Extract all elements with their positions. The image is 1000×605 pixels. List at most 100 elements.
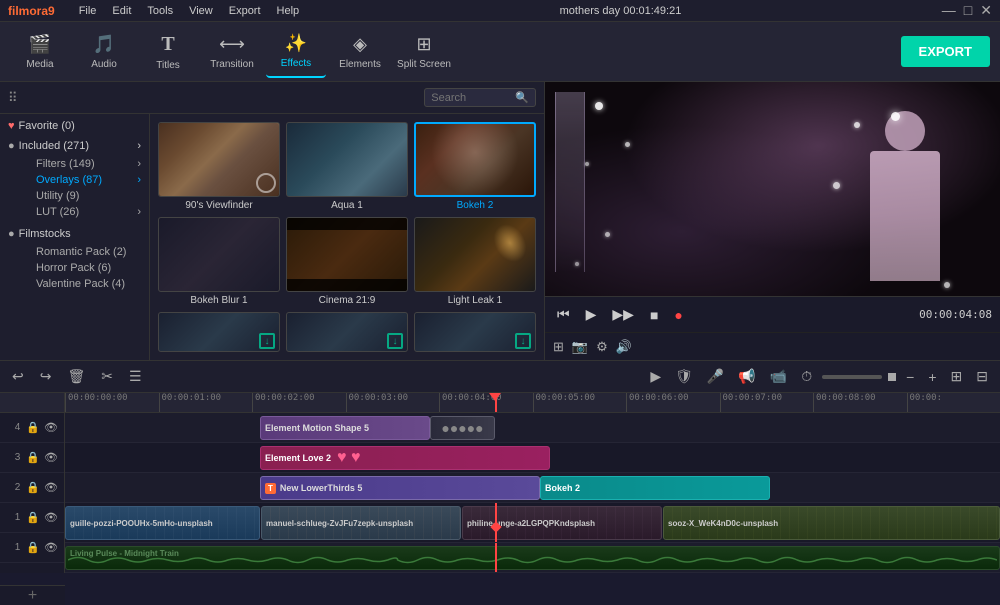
effect-row3-2[interactable]: ↓ — [286, 312, 408, 352]
utility-item[interactable]: Utility (9) — [24, 188, 141, 204]
menu-export[interactable]: Export — [229, 5, 261, 17]
clip-video-2[interactable]: manuel-schlueg-ZvJFu7zepk-unsplash — [261, 506, 461, 540]
menu-file[interactable]: File — [79, 5, 97, 17]
delete-button[interactable]: 🗑 — [63, 366, 89, 387]
effect-aqua1[interactable]: Aqua 1 — [286, 122, 408, 211]
favorites-section: ♥ Favorite (0) — [8, 120, 141, 132]
clip-video-3[interactable]: philine-unge-a2LGPQPKndsplash — [462, 506, 662, 540]
effect-row3-3[interactable]: ↓ — [414, 312, 536, 352]
search-input[interactable] — [431, 92, 511, 104]
media-label: Media — [26, 59, 53, 70]
eye-icon-audio[interactable]: 👁 — [44, 541, 58, 554]
filmstocks-header[interactable]: ● Filmstocks — [8, 228, 141, 240]
horror-pack-item[interactable]: Horror Pack (6) — [24, 260, 141, 276]
lock-icon-4[interactable]: 🔒 — [26, 421, 40, 434]
tl-shield-button[interactable]: 🛡 — [671, 366, 697, 387]
tl-mic-button[interactable]: 🎤 — [703, 366, 728, 387]
track-label-4: 4 🔒 👁 — [0, 413, 64, 443]
export-button[interactable]: EXPORT — [901, 36, 990, 67]
clip-video-4[interactable]: sooz-X_WeK4nD0c-unsplash — [663, 506, 1000, 540]
toolbar-split-screen[interactable]: ⊞ Split Screen — [394, 26, 454, 78]
prev-next-button[interactable]: ▶▶ — [608, 304, 638, 325]
effect-light-leak1[interactable]: Light Leak 1 — [414, 217, 536, 306]
add-track-button[interactable]: + — [0, 585, 65, 605]
time-mark-3: 00:00:03:00 — [346, 393, 440, 412]
effect-label-bokehblur: Bokeh Blur 1 — [158, 295, 280, 306]
clip-bokeh-dots[interactable]: ●●●●● — [430, 416, 495, 440]
menu-help[interactable]: Help — [277, 5, 300, 17]
filters-item[interactable]: Filters (149) › — [24, 156, 141, 172]
eye-icon-2[interactable]: 👁 — [44, 481, 58, 494]
eye-icon-3[interactable]: 👁 — [44, 451, 58, 464]
effect-90s-viewfinder[interactable]: 90's Viewfinder — [158, 122, 280, 211]
favorites-header[interactable]: ♥ Favorite (0) — [8, 120, 141, 132]
eye-icon-1[interactable]: 👁 — [44, 511, 58, 524]
prev-play-button[interactable]: ▶ — [582, 304, 601, 325]
toolbar-media[interactable]: 🎬 Media — [10, 26, 70, 78]
lock-icon-1[interactable]: 🔒 — [26, 511, 40, 524]
clip-label-motion-shape: Element Motion Shape 5 — [265, 423, 369, 433]
toolbar-transition[interactable]: ⟷ Transition — [202, 26, 262, 78]
zoom-slider[interactable] — [822, 375, 882, 379]
overlays-item[interactable]: Overlays (87) › — [24, 172, 141, 188]
prev-stop-button[interactable]: ■ — [646, 305, 662, 325]
tl-zoom-out-button[interactable]: − — [902, 367, 918, 387]
clip-element-motion-shape[interactable]: Element Motion Shape 5 — [260, 416, 430, 440]
tl-clock-button[interactable]: ⏱ — [797, 366, 816, 387]
valentine-pack-item[interactable]: Valentine Pack (4) — [24, 276, 141, 292]
preview-opt-volume[interactable]: 🔊 — [616, 339, 632, 355]
effect-cinema219[interactable]: Cinema 21:9 — [286, 217, 408, 306]
tl-play-button[interactable]: ▶ — [646, 366, 665, 387]
lut-item[interactable]: LUT (26) › — [24, 204, 141, 220]
effect-label-cinema: Cinema 21:9 — [286, 295, 408, 306]
effect-bokeh2[interactable]: Bokeh 2 — [414, 122, 536, 211]
cut-button[interactable]: ✂ — [97, 366, 117, 387]
clip-audio[interactable]: Living Pulse - Midnight Train — [65, 546, 1000, 570]
lock-icon-2[interactable]: 🔒 — [26, 481, 40, 494]
included-header[interactable]: ● Included (271) › — [8, 140, 141, 152]
menu-edit[interactable]: Edit — [112, 5, 131, 17]
list-button[interactable]: ☰ — [125, 366, 146, 387]
tl-zoom-in-button[interactable]: + — [924, 367, 940, 387]
preview-opt-settings[interactable]: ⚙ — [596, 339, 608, 355]
effect-row3-1[interactable]: ↓ — [158, 312, 280, 352]
eye-icon-4[interactable]: 👁 — [44, 421, 58, 434]
clip-label-love: Element Love 2 — [265, 453, 331, 463]
toolbar-titles[interactable]: T Titles — [138, 26, 198, 78]
track-row-2: T New LowerThirds 5 Bokeh 2 — [65, 473, 1000, 503]
clip-video-1[interactable]: guille-pozzi-POOUHx-5mHo-unsplash — [65, 506, 260, 540]
clip-lower-thirds[interactable]: T New LowerThirds 5 — [260, 476, 540, 500]
menu-view[interactable]: View — [189, 5, 213, 17]
window-controls: — □ ✕ — [942, 2, 992, 19]
track-label-2: 2 🔒 👁 — [0, 473, 64, 503]
menu-tools[interactable]: Tools — [147, 5, 173, 17]
lock-icon-audio[interactable]: 🔒 — [26, 541, 40, 554]
romantic-pack-item[interactable]: Romantic Pack (2) — [24, 244, 141, 260]
drag-handle[interactable]: ⠿ — [8, 90, 18, 106]
lock-icon-3[interactable]: 🔒 — [26, 451, 40, 464]
prev-record-button[interactable]: ● — [670, 305, 686, 325]
clip-bokeh2-title[interactable]: Bokeh 2 — [540, 476, 770, 500]
minimize-btn[interactable]: — — [942, 2, 956, 19]
tl-voice-button[interactable]: 📢 — [734, 366, 759, 387]
heart-icon: ♥ — [8, 120, 15, 132]
effect-bokeh-blur1[interactable]: Bokeh Blur 1 — [158, 217, 280, 306]
undo-button[interactable]: ↩ — [8, 366, 28, 387]
tl-cam-button[interactable]: 📹 — [766, 366, 791, 387]
close-btn[interactable]: ✕ — [980, 2, 992, 19]
preview-opt-screen[interactable]: ⊞ — [553, 339, 564, 355]
chevron-right-icon: › — [137, 158, 141, 170]
maximize-btn[interactable]: □ — [964, 2, 972, 19]
redo-button[interactable]: ↪ — [36, 366, 56, 387]
sidebar-tree: ♥ Favorite (0) ● Included (271) › Filter… — [0, 114, 150, 360]
tl-more-button[interactable]: ⊞ — [947, 366, 967, 387]
toolbar-audio[interactable]: 🎵 Audio — [74, 26, 134, 78]
toolbar-elements[interactable]: ◈ Elements — [330, 26, 390, 78]
tl-grid-button[interactable]: ⊟ — [972, 366, 992, 387]
toolbar-effects[interactable]: ✨ Effects — [266, 26, 326, 78]
preview-opt-camera[interactable]: 📷 — [572, 339, 588, 355]
track-number-4: 4 — [15, 422, 21, 433]
search-box[interactable]: 🔍 — [424, 88, 536, 107]
clip-element-love[interactable]: Element Love 2 ♥ ♥ — [260, 446, 550, 470]
prev-start-button[interactable]: ⏮ — [553, 304, 574, 325]
